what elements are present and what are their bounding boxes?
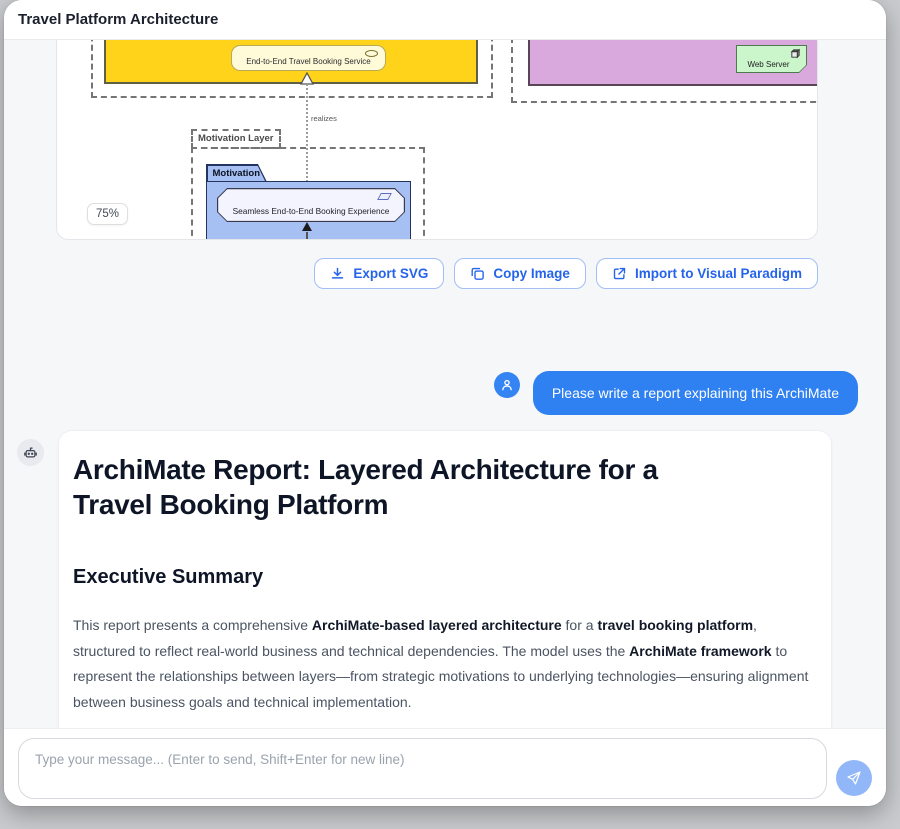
- business-service-element: End-to-End Travel Booking Service: [231, 45, 386, 71]
- node-cube-icon: [790, 48, 801, 59]
- download-icon: [330, 266, 345, 281]
- app-window: Travel Platform Architecture End-to-End …: [4, 0, 886, 806]
- motivation-folder-tab: Motivation: [206, 164, 267, 182]
- paper-plane-icon: [846, 770, 862, 786]
- robot-icon: [23, 445, 38, 460]
- web-server-node: Web Server: [736, 45, 807, 73]
- diagram-viewer[interactable]: End-to-End Travel Booking Service realiz…: [56, 40, 818, 240]
- external-link-icon: [612, 266, 627, 281]
- user-icon: [500, 378, 514, 392]
- diagram-actions-row: Export SVG Copy Image Import to Visual P…: [314, 258, 818, 289]
- copy-icon: [470, 266, 485, 281]
- report-section-heading: Executive Summary: [73, 566, 817, 589]
- motivation-layer-label: Motivation Layer: [191, 129, 281, 149]
- copy-image-button[interactable]: Copy Image: [454, 258, 586, 289]
- business-service-label: End-to-End Travel Booking Service: [232, 58, 385, 66]
- report-paragraph: This report presents a comprehensive Arc…: [73, 613, 817, 715]
- send-button[interactable]: [836, 760, 872, 796]
- report-title: ArchiMate Report: Layered Architecture f…: [73, 452, 817, 522]
- outcome-label: Seamless End-to-End Booking Experience: [218, 206, 404, 216]
- report-title-line-1: ArchiMate Report: Layered Architecture f…: [73, 452, 817, 487]
- motivation-folder-label: Motivation: [208, 166, 266, 183]
- message-input[interactable]: [18, 738, 827, 799]
- web-server-label: Web Server: [737, 60, 800, 69]
- report-title-line-2: Travel Booking Platform: [73, 487, 817, 522]
- influence-line: [306, 232, 308, 240]
- outcome-parallelogram-icon: [377, 193, 392, 200]
- user-message-bubble: Please write a report explaining this Ar…: [533, 371, 858, 415]
- assistant-report-card: ArchiMate Report: Layered Architecture f…: [58, 430, 832, 728]
- chat-scroll-area[interactable]: End-to-End Travel Booking Service realiz…: [4, 40, 886, 728]
- page-title: Travel Platform Architecture: [18, 11, 218, 28]
- header-bar: Travel Platform Architecture: [4, 0, 886, 40]
- outcome-element: Seamless End-to-End Booking Experience: [217, 188, 405, 222]
- influence-arrowhead-icon: [301, 222, 313, 232]
- export-svg-button[interactable]: Export SVG: [314, 258, 444, 289]
- realizes-label: realizes: [311, 114, 337, 123]
- zoom-level-badge: 75%: [87, 203, 128, 225]
- user-message-row: Please write a report explaining this Ar…: [494, 371, 858, 415]
- user-avatar: [494, 372, 520, 398]
- import-visual-paradigm-button[interactable]: Import to Visual Paradigm: [596, 258, 818, 289]
- assistant-avatar: [17, 439, 44, 466]
- service-oval-icon: [365, 50, 378, 57]
- composer-bar: [4, 728, 886, 806]
